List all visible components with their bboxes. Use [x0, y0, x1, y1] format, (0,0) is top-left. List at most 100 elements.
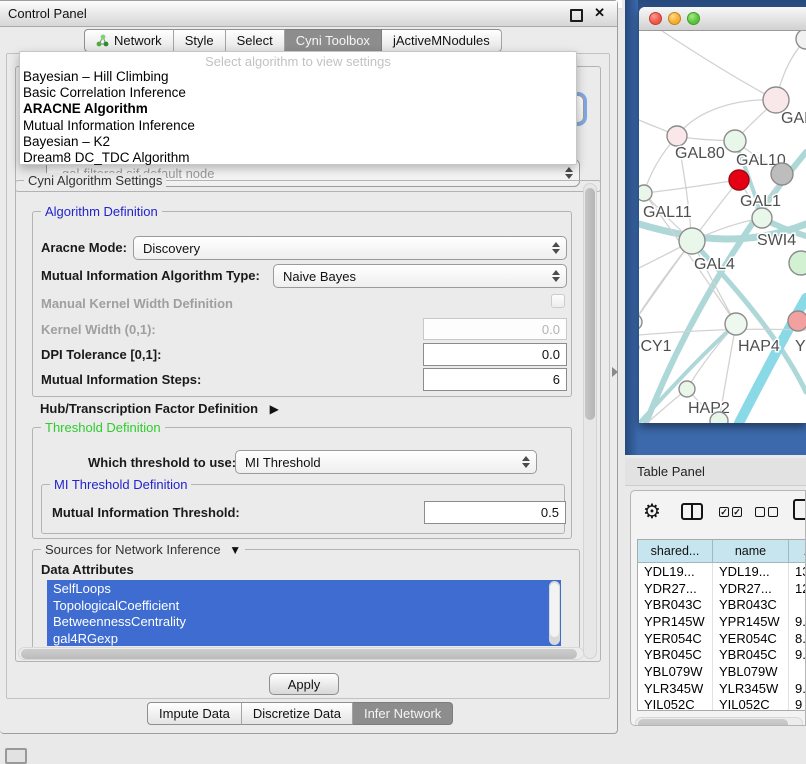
- tab-impute-data[interactable]: Impute Data: [147, 702, 242, 725]
- network-node-swi4[interactable]: [752, 208, 772, 228]
- network-node-gal10[interactable]: [724, 130, 746, 152]
- apply-button[interactable]: Apply: [269, 673, 339, 695]
- select-all-icon[interactable]: ✓: [719, 507, 729, 517]
- table-cell: YBL079W: [713, 663, 789, 680]
- float-window-icon[interactable]: [570, 9, 583, 22]
- network-node-gcy1[interactable]: [639, 314, 642, 330]
- node-label: GCY1: [639, 338, 672, 355]
- export-table-icon[interactable]: [793, 499, 806, 520]
- dropdown-item-aracne-algorithm[interactable]: ARACNE Algorithm: [20, 101, 576, 117]
- algorithm-dropdown-list: Select algorithm to view settings Bayesi…: [19, 51, 577, 165]
- table-row[interactable]: YPR145WYPR145W9.: [638, 613, 806, 630]
- tab-cyni-toolbox[interactable]: Cyni Toolbox: [285, 29, 382, 52]
- table-row[interactable]: YIL052CYIL052C9: [638, 697, 806, 712]
- node-label: GAL80: [675, 145, 725, 162]
- aracne-mode-combo[interactable]: Discovery: [133, 236, 567, 260]
- dropdown-items: Bayesian – Hill ClimbingBasic Correlatio…: [20, 69, 576, 166]
- tab-select[interactable]: Select: [226, 29, 285, 52]
- aracne-mode-value: Discovery: [143, 241, 200, 256]
- network-node-hap2[interactable]: [679, 381, 695, 397]
- attribute-item-topologicalcoefficient[interactable]: TopologicalCoefficient: [47, 597, 561, 614]
- mi-type-combo[interactable]: Naive Bayes: [273, 264, 567, 288]
- network-node-gal1[interactable]: [729, 170, 749, 190]
- dropdown-item-bayesian-k2[interactable]: Bayesian – K2: [20, 134, 576, 150]
- kernel-width-value: 0.0: [542, 322, 560, 337]
- which-threshold-combo[interactable]: MI Threshold: [235, 450, 537, 474]
- network-canvas[interactable]: GALGAL80GAL10GAL11GAL1SWI4GAL4GCY1HAP4YH…: [639, 31, 806, 423]
- tab-label: Discretize Data: [253, 706, 341, 721]
- dropdown-item-mutual-information-inference[interactable]: Mutual Information Inference: [20, 118, 576, 134]
- table-cell: YBR043C: [638, 596, 713, 613]
- network-node[interactable]: [771, 163, 793, 185]
- mi-type-value: Naive Bayes: [283, 269, 356, 284]
- table-cell: YBR045C: [713, 646, 789, 663]
- network-node-gal4[interactable]: [679, 228, 705, 254]
- scrollbar-thumb[interactable]: [21, 649, 577, 659]
- zoom-traffic-light-icon[interactable]: [687, 12, 700, 25]
- kernel-width-field[interactable]: 0.0: [423, 318, 567, 340]
- tab-jactivemnodules[interactable]: jActiveMNodules: [382, 29, 502, 52]
- table-cell: 8.: [789, 630, 806, 647]
- table-row[interactable]: YBL079WYBL079W: [638, 663, 806, 680]
- attributes-list-scrollbar[interactable]: [549, 581, 560, 645]
- network-node-gal11[interactable]: [639, 185, 652, 201]
- close-icon[interactable]: ✕: [594, 5, 605, 21]
- close-traffic-light-icon[interactable]: [649, 12, 662, 25]
- dpi-tolerance-field[interactable]: 0.0: [423, 343, 567, 366]
- column-header-a[interactable]: A: [789, 540, 806, 562]
- manual-kernel-label: Manual Kernel Width Definition: [41, 296, 233, 311]
- network-node[interactable]: [710, 412, 728, 423]
- tab-network[interactable]: Network: [84, 29, 174, 52]
- table-cell: YBL079W: [638, 663, 713, 680]
- network-node-y[interactable]: [788, 311, 806, 331]
- scrollbar-thumb[interactable]: [550, 583, 559, 637]
- table-cell: 9.: [789, 646, 806, 663]
- tab-discretize-data[interactable]: Discretize Data: [242, 702, 353, 725]
- select-all-icon[interactable]: ✓: [732, 507, 742, 517]
- table-row[interactable]: YBR045CYBR045C9.: [638, 646, 806, 663]
- deselect-all-icon[interactable]: [755, 507, 765, 517]
- sources-title: Sources for Network Inference: [45, 542, 221, 557]
- settings-horizontal-scrollbar[interactable]: [18, 647, 584, 660]
- column-header-name[interactable]: name: [713, 540, 789, 562]
- hub-tf-definition-toggle[interactable]: Hub/Transcription Factor Definition ▶: [40, 400, 279, 418]
- table-row[interactable]: YLR345WYLR345W9.: [638, 680, 806, 697]
- mi-threshold-field[interactable]: 0.5: [424, 501, 566, 524]
- table-cell: YER054C: [713, 630, 789, 647]
- tab-infer-network[interactable]: Infer Network: [353, 702, 453, 725]
- data-attributes-list[interactable]: SelfLoopsTopologicalCoefficientBetweenne…: [47, 580, 561, 646]
- network-icon: [96, 34, 109, 47]
- dropdown-item-basic-correlation-inference[interactable]: Basic Correlation Inference: [20, 85, 576, 101]
- table-horizontal-scrollbar[interactable]: [635, 717, 803, 726]
- attribute-item-betweennesscentrality[interactable]: BetweennessCentrality: [47, 614, 561, 631]
- deselect-all-icon[interactable]: [768, 507, 778, 517]
- table-row[interactable]: YBR043CYBR043C: [638, 596, 806, 613]
- settings-vertical-scrollbar[interactable]: [583, 183, 597, 659]
- split-columns-icon[interactable]: [681, 503, 703, 520]
- gear-icon[interactable]: ⚙: [643, 499, 661, 524]
- manual-kernel-checkbox[interactable]: [551, 294, 565, 308]
- scrollbar-thumb[interactable]: [638, 719, 788, 726]
- mi-steps-field[interactable]: 6: [423, 368, 567, 391]
- expand-right-icon: ▶: [270, 402, 279, 416]
- table-row[interactable]: YER054CYER054C8.: [638, 630, 806, 647]
- column-header-shared[interactable]: shared...: [638, 540, 713, 562]
- attribute-item-selfloops[interactable]: SelfLoops: [47, 580, 561, 597]
- split-pane-handle-icon[interactable]: [612, 367, 618, 377]
- attribute-item-gal4rgexp[interactable]: gal4RGexp: [47, 630, 561, 646]
- network-node-hap4[interactable]: [725, 313, 747, 335]
- network-node[interactable]: [796, 31, 806, 49]
- combo-stepper-icon: [550, 241, 561, 255]
- network-node-gal80[interactable]: [667, 126, 687, 146]
- dropdown-item-dream8-dc-tdc-algorithm[interactable]: Dream8 DC_TDC Algorithm: [20, 150, 576, 166]
- scrollbar-thumb[interactable]: [585, 188, 595, 420]
- tab-style[interactable]: Style: [174, 29, 226, 52]
- cyni-bottom-tabs: Impute Data Discretize Data Infer Network: [147, 702, 453, 725]
- minimize-traffic-light-icon[interactable]: [668, 12, 681, 25]
- control-panel-titlebar: Control Panel ✕: [0, 1, 617, 27]
- dropdown-item-bayesian-hill-climbing[interactable]: Bayesian – Hill Climbing: [20, 69, 576, 85]
- network-node[interactable]: [789, 251, 806, 275]
- collapse-down-icon[interactable]: ▼: [229, 543, 241, 557]
- table-row[interactable]: YDR27...YDR27...12: [638, 580, 806, 597]
- table-row[interactable]: YDL19...YDL19...13: [638, 563, 806, 580]
